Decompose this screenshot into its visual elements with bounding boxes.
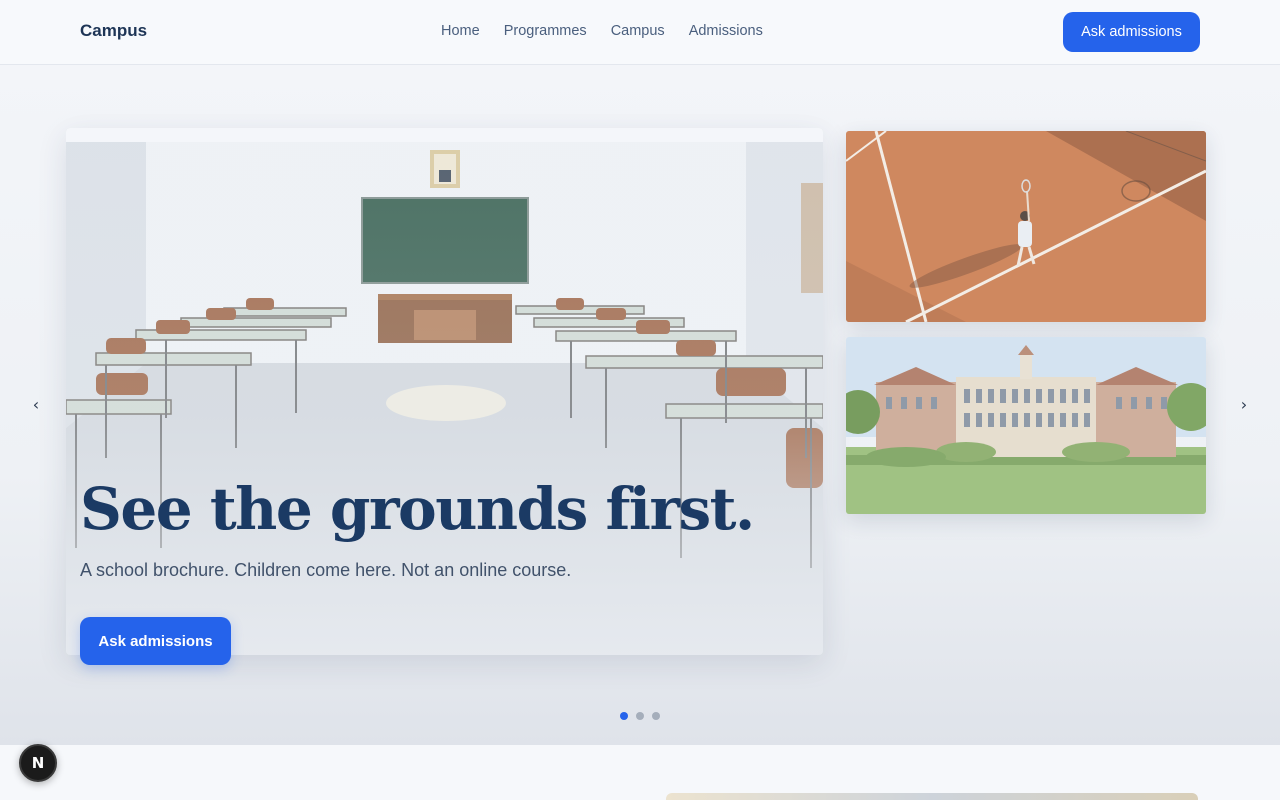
building-photo-overlay — [846, 337, 1206, 514]
chevron-left-icon: ‹ — [32, 395, 40, 414]
hero-subtitle: A school brochure. Children come here. N… — [80, 560, 572, 580]
carousel-prev-button[interactable]: ‹ — [26, 394, 46, 416]
carousel-dot-3[interactable] — [652, 712, 660, 720]
tennis-photo-overlay — [846, 131, 1206, 322]
site-header: Campus Home Programmes Campus Admissions… — [0, 0, 1280, 65]
hero-ask-admissions-button[interactable]: Ask admissions — [80, 617, 231, 665]
carousel-dot-2[interactable] — [636, 712, 644, 720]
hero-carousel: See the grounds first. A school brochure… — [0, 65, 1280, 745]
tennis-court-photo — [846, 131, 1206, 322]
hero-title: See the grounds first. — [80, 475, 755, 543]
carousel-dots — [620, 712, 660, 720]
next-section-image-peek — [666, 793, 1198, 800]
header-ask-admissions-button[interactable]: Ask admissions — [1063, 12, 1200, 52]
main-nav: Home Programmes Campus Admissions — [441, 23, 763, 39]
next-section — [0, 745, 1280, 800]
next-dev-badge-button[interactable]: N — [19, 744, 57, 782]
nav-link-home[interactable]: Home — [441, 23, 480, 39]
brand-logo-link[interactable]: Campus — [80, 21, 147, 41]
nav-link-campus[interactable]: Campus — [611, 23, 665, 39]
carousel-next-button[interactable]: › — [1234, 394, 1254, 416]
nav-link-admissions[interactable]: Admissions — [689, 23, 763, 39]
nav-link-programmes[interactable]: Programmes — [504, 23, 587, 39]
carousel-dot-1[interactable] — [620, 712, 628, 720]
chevron-right-icon: › — [1240, 395, 1248, 414]
campus-building-photo — [846, 337, 1206, 514]
